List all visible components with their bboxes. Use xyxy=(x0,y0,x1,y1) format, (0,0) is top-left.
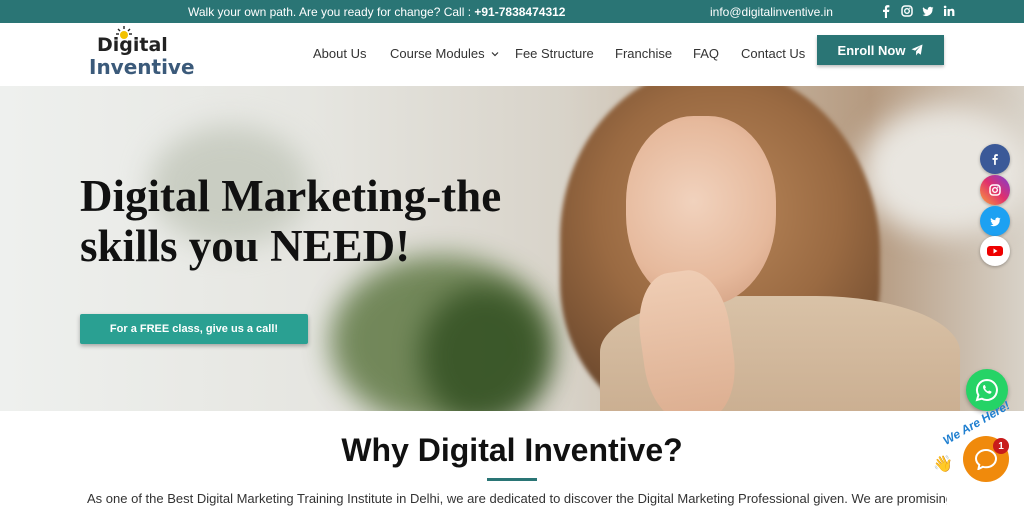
tagline: Walk your own path. Are you ready for ch… xyxy=(188,5,565,19)
facebook-icon[interactable] xyxy=(880,4,892,18)
twitter-icon xyxy=(989,217,1001,226)
email-link[interactable]: info@digitalinventive.in xyxy=(710,5,833,19)
float-twitter-icon[interactable] xyxy=(980,206,1010,236)
enroll-label: Enroll Now xyxy=(837,42,906,58)
nav-course-modules-label: Course Modules xyxy=(390,46,485,61)
float-instagram-icon[interactable] xyxy=(980,175,1010,205)
nav-faq[interactable]: FAQ xyxy=(693,46,719,61)
tagline-text: Walk your own path. Are you ready for ch… xyxy=(188,5,475,19)
logo[interactable]: Digital Inventive xyxy=(89,26,195,81)
enroll-now-button[interactable]: Enroll Now xyxy=(817,35,944,65)
nav-franchise[interactable]: Franchise xyxy=(615,46,672,61)
instagram-icon xyxy=(989,184,1001,196)
phone-number[interactable]: +91-7838474312 xyxy=(474,5,565,19)
whatsapp-icon xyxy=(975,378,998,402)
facebook-icon xyxy=(992,154,998,165)
twitter-icon[interactable] xyxy=(922,4,934,18)
float-youtube-icon[interactable] xyxy=(980,236,1010,266)
nav-contact-us[interactable]: Contact Us xyxy=(741,46,805,61)
linkedin-icon[interactable] xyxy=(943,4,955,18)
nav-about-us[interactable]: About Us xyxy=(313,46,366,61)
hero-headline: Digital Marketing-the skills you NEED! xyxy=(80,171,502,271)
hero-banner: Digital Marketing-the skills you NEED! F… xyxy=(0,86,1024,411)
chevron-down-icon xyxy=(491,52,499,57)
paper-plane-icon xyxy=(911,44,923,56)
logo-line2: Inventive xyxy=(89,55,195,79)
youtube-icon xyxy=(987,246,1003,256)
section-title: Why Digital Inventive? xyxy=(0,432,1024,481)
float-facebook-icon[interactable] xyxy=(980,144,1010,174)
site-header: Digital Inventive About Us Course Module… xyxy=(0,23,1024,86)
top-socials xyxy=(880,4,955,18)
logo-line1: Digital xyxy=(97,34,168,56)
chat-widget[interactable]: We Are Here! 👋 1 xyxy=(925,398,1024,499)
instagram-icon[interactable] xyxy=(901,4,913,18)
unread-badge: 1 xyxy=(993,438,1009,454)
nav-fee-structure[interactable]: Fee Structure xyxy=(515,46,594,61)
waving-hand-icon: 👋 xyxy=(933,456,953,473)
nav-course-modules[interactable]: Course Modules xyxy=(390,46,499,61)
free-class-button[interactable]: For a FREE class, give us a call! xyxy=(80,314,308,344)
top-bar: Walk your own path. Are you ready for ch… xyxy=(0,0,1024,23)
